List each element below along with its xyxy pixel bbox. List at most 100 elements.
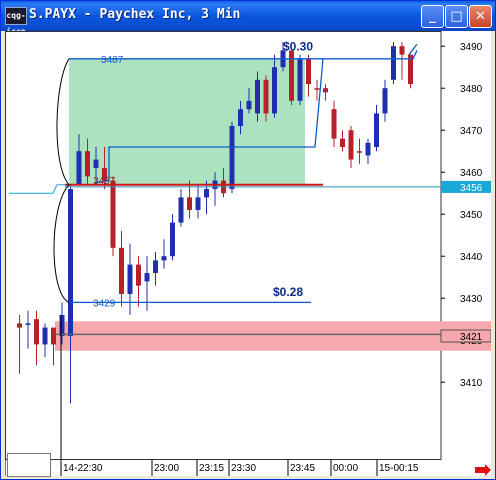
candle-body [127, 264, 133, 294]
candle-body [195, 197, 201, 210]
candle-body [306, 58, 311, 84]
candle-body [255, 79, 260, 114]
candle [297, 54, 303, 105]
chart-area[interactable]: 348734573429$0.30$0.28 35003490348034703… [5, 31, 491, 476]
candle-body [246, 100, 252, 110]
mid-level-label: 3457 [93, 176, 116, 187]
pink-range-zone [55, 321, 441, 351]
window-title: S.PAYX - Paychex Inc, 3 Min [29, 7, 241, 22]
candle-body [382, 88, 388, 114]
left-status-box [7, 453, 51, 477]
x-tick-label: 23:00 [154, 463, 179, 474]
candle-body [178, 197, 184, 223]
candle [34, 310, 39, 366]
candle-body [136, 264, 141, 286]
candle-body [85, 151, 90, 177]
upper-swing-arc [56, 58, 70, 186]
candle-body [229, 126, 235, 189]
candle [187, 180, 192, 219]
candle [348, 126, 354, 168]
candle-body [323, 88, 328, 93]
candle-body [93, 159, 99, 168]
candle-body [357, 151, 362, 153]
candle-body [68, 189, 73, 336]
candle-body [331, 109, 337, 139]
x-tick-label: 00:00 [333, 463, 358, 474]
candle [408, 54, 413, 89]
y-tick-label: 3460 [460, 168, 483, 179]
candle-body [42, 327, 48, 345]
title-bar[interactable]: cqg-icon S.PAYX - Paychex Inc, 3 Min _ □… [1, 1, 495, 36]
maximize-button[interactable]: □ [445, 5, 468, 28]
candle [127, 243, 133, 315]
candle [119, 231, 124, 307]
y-tick-label: 3470 [460, 126, 483, 137]
upper-move-label: $0.30 [283, 39, 313, 53]
x-tick-label: 23:45 [290, 463, 315, 474]
candle [161, 239, 167, 269]
candle-body [119, 247, 124, 294]
y-tick-label: 3490 [460, 42, 483, 53]
candle [382, 79, 388, 122]
candle [331, 100, 337, 147]
candle-body [110, 180, 116, 248]
candle-body [399, 46, 405, 55]
candle-body [365, 142, 371, 156]
candle-body [314, 88, 320, 90]
candle-body [51, 327, 56, 345]
candle [374, 105, 379, 152]
candle [340, 130, 345, 152]
second-price-tag-label: 3421 [460, 332, 483, 343]
price-chart[interactable]: 348734573429$0.30$0.28 35003490348034703… [5, 31, 491, 476]
lower-move-label: $0.28 [273, 285, 303, 299]
low-level-label: 3429 [93, 298, 116, 309]
cyan-step-line [9, 184, 65, 194]
candle-body [17, 323, 22, 328]
candle-body [161, 256, 167, 261]
candle-body [297, 58, 303, 101]
y-tick-label: 3440 [460, 252, 483, 263]
chart-window: cqg-icon S.PAYX - Paychex Inc, 3 Min _ □… [0, 0, 496, 480]
candle-body [204, 189, 209, 198]
minimize-button[interactable]: _ [421, 5, 444, 28]
y-tick-label: 3430 [460, 294, 483, 305]
candle [136, 256, 141, 307]
candle-body [374, 113, 379, 147]
candle [399, 42, 405, 80]
candle [314, 79, 320, 101]
y-tick-label: 3480 [460, 84, 483, 95]
last-price-tag-label: 3456 [460, 183, 483, 194]
x-tick-label: 14-22:30 [63, 463, 103, 474]
candle-body [25, 323, 31, 325]
candle [17, 315, 22, 374]
candle [42, 323, 48, 357]
candle-body [187, 197, 192, 210]
candle-body [59, 315, 65, 336]
x-tick-label: 23:15 [199, 463, 224, 474]
candle [153, 252, 158, 286]
candle-body [272, 67, 277, 114]
candle-body [340, 138, 345, 147]
candle [229, 121, 235, 194]
candle [110, 176, 116, 257]
y-tick-label: 3410 [460, 378, 483, 389]
x-tick-label: 23:30 [231, 463, 256, 474]
candle [178, 189, 184, 227]
candle [170, 214, 175, 261]
candle [25, 310, 31, 349]
candle-body [391, 46, 396, 80]
candle-body [34, 319, 39, 345]
candle-body [263, 79, 269, 114]
candle-body [170, 222, 175, 257]
x-tick-label: 15-00:15 [379, 463, 419, 474]
candle [323, 84, 328, 101]
candle [306, 54, 311, 97]
candle-body [153, 260, 158, 273]
close-button[interactable]: ✕ [469, 5, 492, 28]
candle-body [238, 109, 243, 126]
candle-body [289, 50, 294, 101]
cqg-icon[interactable]: cqg-icon [5, 7, 27, 36]
y-tick-label: 3450 [460, 210, 483, 221]
candle [68, 184, 73, 404]
candle [357, 138, 362, 164]
